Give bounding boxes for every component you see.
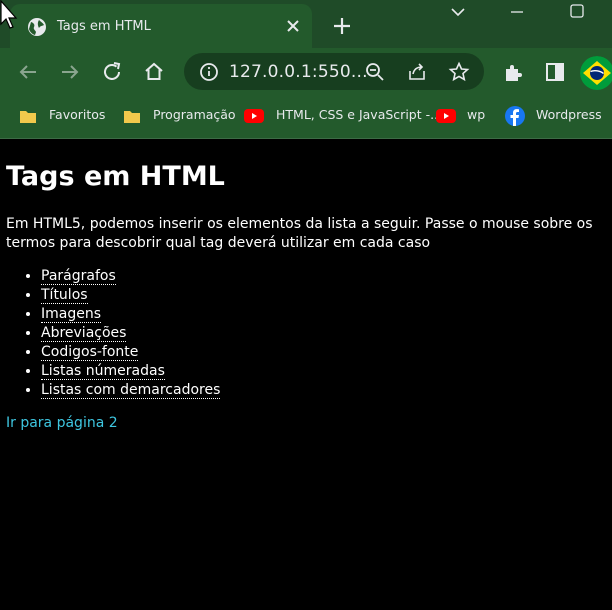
abbr-term[interactable]: Listas númeradas (41, 363, 165, 380)
page-title: Tags em HTML (6, 161, 225, 192)
list-item: Abreviações (41, 324, 220, 343)
tag-list: Parágrafos Títulos Imagens Abreviações C… (0, 267, 221, 400)
site-info-icon[interactable] (198, 61, 220, 83)
abbr-term[interactable]: Codigos-fonte (41, 344, 139, 361)
browser-toolbar: 127.0.0.1:550... (0, 48, 612, 96)
maximize-icon[interactable] (566, 4, 588, 20)
folder-icon (20, 111, 36, 123)
profile-avatar[interactable] (580, 56, 612, 90)
mouse-cursor-icon (0, 0, 18, 29)
bookmark-star-icon[interactable] (448, 61, 470, 83)
page-content: Tags em HTML Em HTML5, podemos inserir o… (0, 139, 612, 610)
tab-search-chevron-icon[interactable] (447, 4, 469, 20)
share-icon[interactable] (406, 61, 428, 83)
forward-arrow-icon[interactable] (58, 60, 82, 84)
abbr-term[interactable]: Listas com demarcadores (41, 382, 221, 399)
bookmark-label: Programação (153, 107, 236, 122)
tab-strip: Tags em HTML (0, 0, 612, 48)
youtube-icon (244, 109, 264, 123)
bookmark-label: Wordpress (536, 107, 602, 122)
intro-paragraph: Em HTML5, podemos inserir os elementos d… (6, 216, 593, 251)
home-icon[interactable] (142, 60, 166, 84)
youtube-icon (436, 109, 456, 123)
close-tab-icon[interactable] (284, 17, 302, 35)
bookmark-label: HTML, CSS e JavaScript -... (276, 107, 443, 122)
list-item: Codigos-fonte (41, 343, 220, 362)
list-item: Parágrafos (41, 267, 220, 286)
bookmark-label: wp (467, 107, 486, 122)
abbr-term[interactable]: Imagens (41, 306, 102, 323)
address-bar[interactable]: 127.0.0.1:550... (184, 53, 484, 90)
back-arrow-icon[interactable] (16, 60, 40, 84)
next-page-link[interactable]: Ir para página 2 (6, 415, 118, 431)
side-panel-icon[interactable] (543, 60, 567, 84)
browser-tab[interactable]: Tags em HTML (10, 4, 312, 48)
abbr-term[interactable]: Parágrafos (41, 268, 116, 285)
abbr-term[interactable]: Abreviações (41, 325, 127, 342)
url-text[interactable]: 127.0.0.1:550... (229, 62, 368, 82)
new-tab-icon[interactable] (330, 14, 354, 38)
list-item: Listas númeradas (41, 362, 220, 381)
list-item: Imagens (41, 305, 220, 324)
abbr-term[interactable]: Títulos (41, 287, 88, 304)
bookmarks-bar: Favoritos Programação HTML, CSS e JavaSc… (0, 96, 612, 139)
tab-title: Tags em HTML (57, 19, 151, 34)
bookmark-label: Favoritos (49, 107, 106, 122)
folder-icon (124, 111, 140, 123)
zoom-icon[interactable] (364, 61, 386, 83)
list-item: Listas com demarcadores (41, 381, 221, 400)
minimize-icon[interactable] (506, 4, 528, 20)
extensions-icon[interactable] (501, 60, 525, 84)
list-item: Títulos (41, 286, 220, 305)
globe-icon (28, 18, 46, 36)
reload-icon[interactable] (100, 60, 124, 84)
facebook-icon (505, 106, 525, 126)
